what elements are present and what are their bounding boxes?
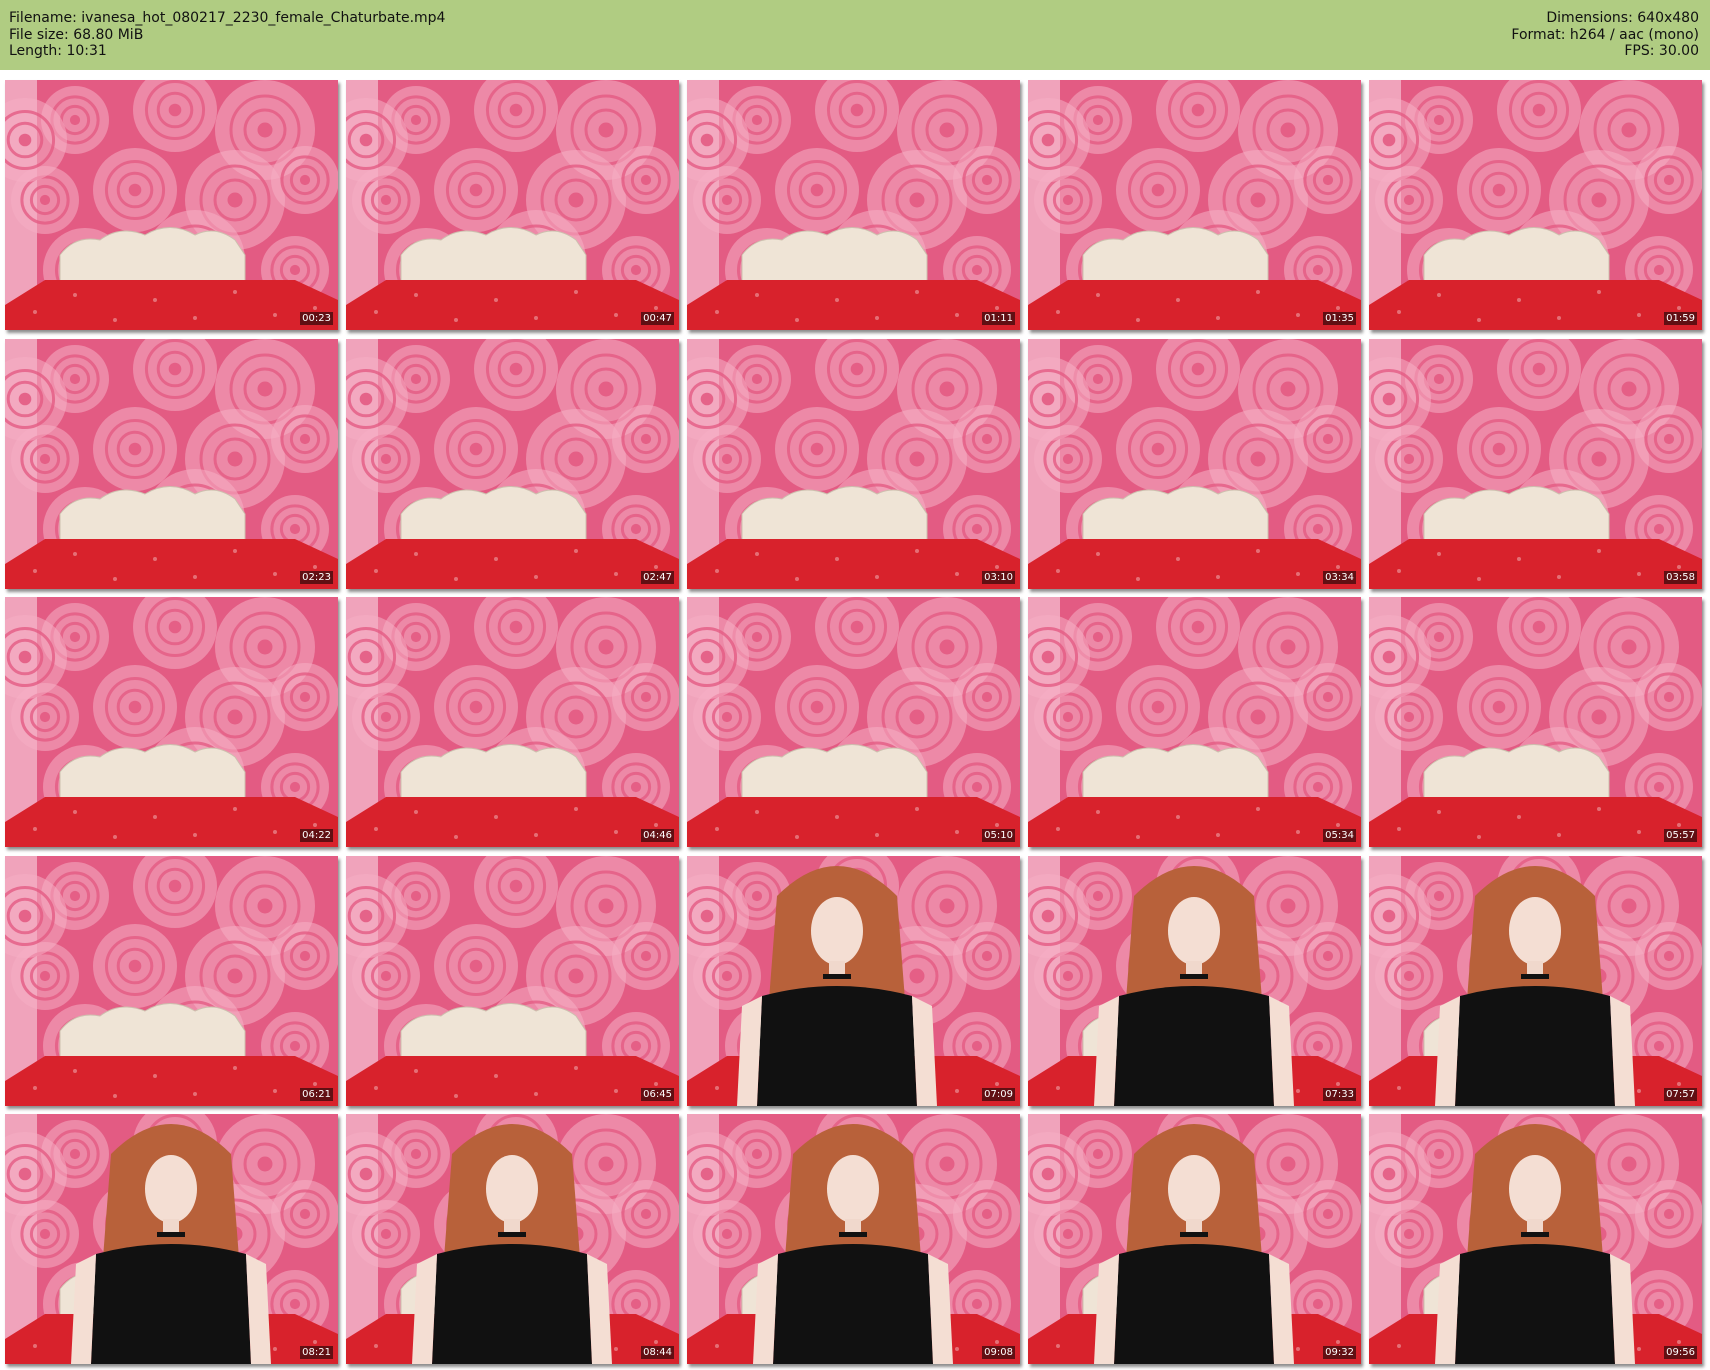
filename-text: Filename: ivanesa_hot_080217_2230_female… [9,10,446,26]
thumbnail-frame [346,597,679,847]
info-header: Filename: ivanesa_hot_080217_2230_female… [0,0,1710,70]
video-thumbnail: 03:10 [687,339,1020,589]
timestamp-label: 01:59 [1664,312,1697,325]
timestamp-label: 00:23 [300,312,333,325]
thumbnail-frame [5,339,338,589]
timestamp-label: 03:34 [1323,571,1356,584]
thumbnail-frame [346,1114,679,1364]
timestamp-label: 02:23 [300,571,333,584]
video-thumbnail: 05:10 [687,597,1020,847]
timestamp-label: 07:33 [1323,1088,1356,1101]
format-text: Format: h264 / aac (mono) [1511,26,1699,43]
video-thumbnail: 04:46 [346,597,679,847]
video-thumbnail: 09:08 [687,1114,1020,1364]
timestamp-label: 09:32 [1323,1346,1356,1359]
thumbnail-frame [1028,80,1361,330]
thumbnail-frame [5,1114,338,1364]
timestamp-label: 09:56 [1664,1346,1697,1359]
video-thumbnail: 00:47 [346,80,679,330]
video-thumbnail: 03:34 [1028,339,1361,589]
timestamp-label: 08:44 [641,1346,674,1359]
video-thumbnail: 08:44 [346,1114,679,1364]
timestamp-label: 06:45 [641,1088,674,1101]
timestamp-label: 03:10 [982,571,1015,584]
timestamp-label: 01:35 [1323,312,1356,325]
length-text: Length: 10:31 [9,43,107,59]
video-thumbnail: 09:32 [1028,1114,1361,1364]
thumbnail-frame [5,597,338,847]
video-thumbnail: 01:11 [687,80,1020,330]
thumbnail-frame [687,1114,1020,1364]
timestamp-label: 02:47 [641,571,674,584]
timestamp-label: 00:47 [641,312,674,325]
video-thumbnail: 08:21 [5,1114,338,1364]
thumbnail-frame [1028,1114,1361,1364]
video-thumbnail: 02:47 [346,339,679,589]
thumbnail-frame [1369,597,1702,847]
timestamp-label: 01:11 [982,312,1015,325]
fps-text: FPS: 30.00 [1624,43,1699,59]
media-info: Dimensions: 640x480 Format: h264 / aac (… [1511,10,1699,60]
thumbnail-frame [687,597,1020,847]
thumbnail-frame [1369,1114,1702,1364]
timestamp-label: 04:22 [300,829,333,842]
thumbnail-frame [687,339,1020,589]
video-thumbnail: 02:23 [5,339,338,589]
timestamp-label: 07:57 [1664,1088,1697,1101]
video-thumbnail: 00:23 [5,80,338,330]
timestamp-label: 06:21 [300,1088,333,1101]
video-thumbnail: 01:35 [1028,80,1361,330]
thumbnail-frame [687,856,1020,1106]
video-thumbnail: 09:56 [1369,1114,1702,1364]
video-thumbnail: 07:09 [687,856,1020,1106]
video-thumbnail: 01:59 [1369,80,1702,330]
timestamp-label: 05:34 [1323,829,1356,842]
thumbnail-frame [346,339,679,589]
timestamp-label: 03:58 [1664,571,1697,584]
timestamp-label: 07:09 [982,1088,1015,1101]
video-thumbnail: 06:21 [5,856,338,1106]
dimensions-text: Dimensions: 640x480 [1546,10,1699,26]
thumbnail-frame [1028,339,1361,589]
video-thumbnail: 07:57 [1369,856,1702,1106]
thumbnail-frame [346,80,679,330]
timestamp-label: 08:21 [300,1346,333,1359]
thumbnail-frame [5,856,338,1106]
file-info: Filename: ivanesa_hot_080217_2230_female… [9,10,445,60]
timestamp-label: 05:10 [982,829,1015,842]
thumbnail-frame [1369,339,1702,589]
thumbnail-grid: 00:23 00:47 01:11 01:35 01:59 02:23 02:4… [5,80,1705,1364]
thumbnail-frame [687,80,1020,330]
video-thumbnail: 04:22 [5,597,338,847]
thumbnail-frame [1369,80,1702,330]
thumbnail-frame [1028,856,1361,1106]
video-thumbnail: 05:34 [1028,597,1361,847]
timestamp-label: 09:08 [982,1346,1015,1359]
thumbnail-frame [346,856,679,1106]
video-thumbnail: 07:33 [1028,856,1361,1106]
timestamp-label: 04:46 [641,829,674,842]
timestamp-label: 05:57 [1664,829,1697,842]
thumbnail-frame [1028,597,1361,847]
video-thumbnail: 05:57 [1369,597,1702,847]
thumbnail-frame [5,80,338,330]
video-thumbnail: 06:45 [346,856,679,1106]
video-thumbnail: 03:58 [1369,339,1702,589]
thumbnail-frame [1369,856,1702,1106]
filesize-text: File size: 68.80 MiB [9,26,144,43]
